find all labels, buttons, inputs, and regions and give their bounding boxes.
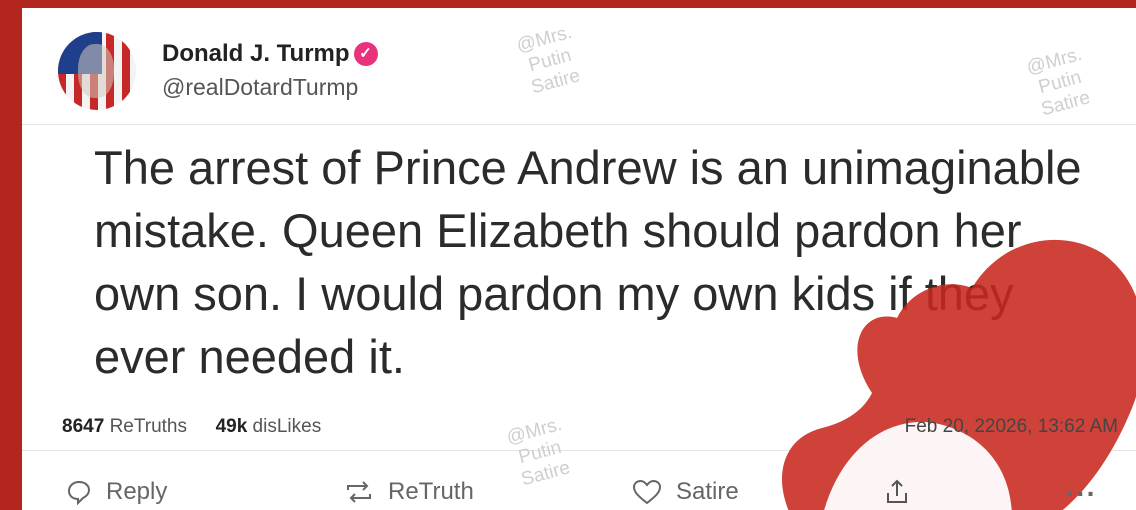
watermark: @Mrs. Putin Satire — [514, 21, 583, 99]
user-handle[interactable]: @realDotardTurmp — [162, 74, 358, 101]
heart-icon — [632, 479, 662, 505]
retruths-label[interactable]: ReTruths — [110, 416, 187, 437]
name-row: Donald J. Turmp ✓ — [162, 40, 378, 68]
watermark: @Mrs. Putin Satire — [504, 413, 573, 491]
avatar-face — [78, 44, 114, 98]
display-name[interactable]: Donald J. Turmp — [162, 40, 350, 68]
retruth-icon — [347, 481, 371, 503]
reply-icon — [67, 480, 91, 505]
dislikes-label[interactable]: disLikes — [253, 416, 322, 437]
tweet-card: Donald J. Turmp ✓ @realDotardTurmp The a… — [22, 8, 1136, 510]
dislikes-count: 49k — [215, 416, 248, 437]
more-options-button[interactable]: ··· — [1066, 478, 1097, 510]
header-divider — [22, 124, 1136, 125]
share-icon — [887, 479, 907, 503]
verified-badge-icon: ✓ — [353, 42, 378, 66]
tweet-timestamp[interactable]: Feb 20, 22026, 13:62 AM — [905, 416, 1118, 438]
heart-overlay-icon — [782, 239, 1136, 510]
avatar[interactable] — [58, 32, 136, 110]
watermark: @Mrs. Putin Satire — [1024, 43, 1093, 121]
more-icon: ··· — [1066, 478, 1097, 509]
share-button[interactable] — [884, 478, 924, 506]
reply-button[interactable]: Reply — [66, 478, 167, 506]
retruth-button[interactable]: ReTruth — [344, 478, 474, 506]
retruth-label: ReTruth — [388, 478, 474, 505]
retruths-count: 8647 — [62, 416, 105, 437]
reply-label: Reply — [106, 478, 168, 505]
tweet-stats: 8647 ReTruths 49k disLikes — [62, 416, 321, 438]
